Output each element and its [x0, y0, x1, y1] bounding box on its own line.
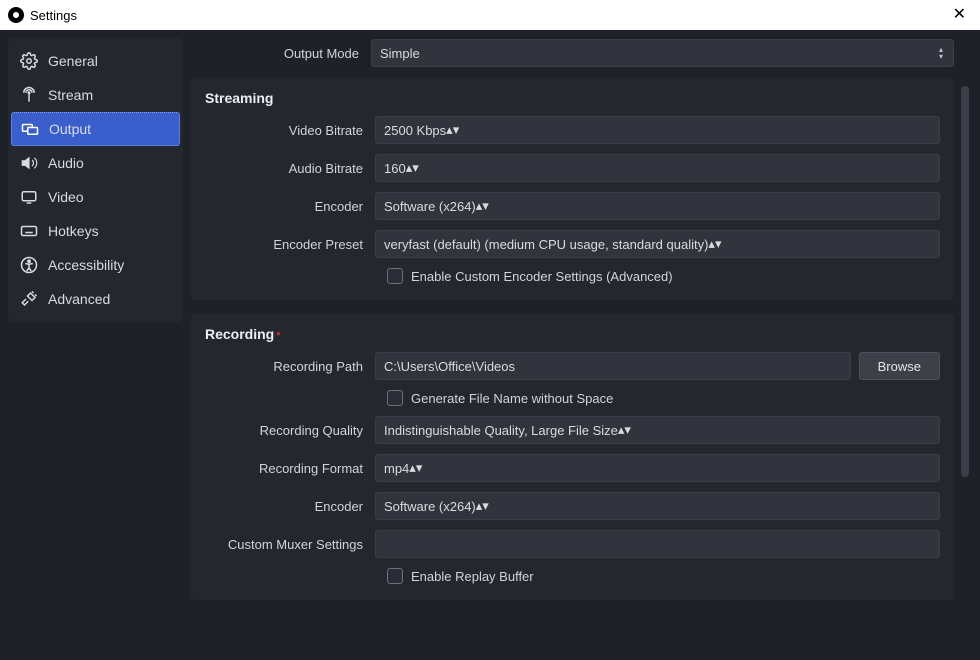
recording-format-select[interactable]: mp4 ▴▾ — [375, 454, 940, 482]
sidebar-item-label: Hotkeys — [48, 223, 99, 239]
stepper-icon: ▴▾ — [476, 498, 489, 514]
scrollbar-thumb[interactable] — [961, 86, 969, 477]
sidebar-item-output[interactable]: Output — [11, 112, 180, 146]
output-mode-value: Simple — [380, 46, 420, 61]
accessibility-icon — [20, 256, 38, 274]
sidebar-item-label: Advanced — [48, 291, 110, 307]
custom-muxer-input[interactable] — [375, 530, 940, 558]
monitors-icon — [21, 120, 39, 138]
audio-bitrate-select[interactable]: 160 ▴▾ — [375, 154, 940, 182]
recording-panel: Recording* Recording Path C:\Users\Offic… — [191, 314, 954, 600]
recording-format-value: mp4 — [384, 461, 409, 476]
sidebar-item-label: Output — [49, 121, 91, 137]
sidebar-item-video[interactable]: Video — [8, 180, 183, 214]
settings-sidebar: General Stream Output Audio Video Hotkey… — [8, 38, 183, 322]
enable-replay-buffer-label: Enable Replay Buffer — [411, 569, 534, 584]
sidebar-item-advanced[interactable]: Advanced — [8, 282, 183, 316]
audio-bitrate-label: Audio Bitrate — [205, 161, 375, 176]
recording-quality-value: Indistinguishable Quality, Large File Si… — [384, 423, 618, 438]
app-icon — [8, 7, 24, 23]
stepper-icon: ▴▾ — [409, 460, 422, 476]
generate-filename-checkbox[interactable] — [387, 390, 403, 406]
window-title: Settings — [30, 8, 77, 23]
enable-custom-encoder-label: Enable Custom Encoder Settings (Advanced… — [411, 269, 673, 284]
browse-button[interactable]: Browse — [859, 352, 940, 380]
enable-custom-encoder-checkbox[interactable] — [387, 268, 403, 284]
recording-title: Recording* — [205, 326, 940, 342]
stepper-icon[interactable]: ▴▾ — [446, 122, 459, 138]
audio-bitrate-value: 160 — [384, 161, 406, 176]
keyboard-icon — [20, 222, 38, 240]
recording-path-value: C:\Users\Office\Videos — [384, 359, 515, 374]
recording-encoder-label: Encoder — [205, 499, 375, 514]
gear-icon — [20, 52, 38, 70]
custom-muxer-label: Custom Muxer Settings — [205, 537, 375, 552]
sidebar-item-label: Accessibility — [48, 257, 124, 273]
scrollbar-track[interactable] — [960, 86, 970, 644]
modified-indicator-icon: * — [276, 330, 280, 342]
sidebar-item-label: Video — [48, 189, 84, 205]
recording-encoder-select[interactable]: Software (x264) ▴▾ — [375, 492, 940, 520]
sidebar-item-label: Stream — [48, 87, 93, 103]
recording-encoder-value: Software (x264) — [384, 499, 476, 514]
video-bitrate-value: 2500 Kbps — [384, 123, 446, 138]
encoder-preset-value: veryfast (default) (medium CPU usage, st… — [384, 237, 708, 252]
sidebar-item-audio[interactable]: Audio — [8, 146, 183, 180]
stepper-icon: ▴▾ — [708, 236, 721, 252]
recording-quality-select[interactable]: Indistinguishable Quality, Large File Si… — [375, 416, 940, 444]
monitor-icon — [20, 188, 38, 206]
recording-path-input[interactable]: C:\Users\Office\Videos — [375, 352, 851, 380]
encoder-preset-select[interactable]: veryfast (default) (medium CPU usage, st… — [375, 230, 940, 258]
stepper-icon: ▴▾ — [406, 160, 419, 176]
video-bitrate-label: Video Bitrate — [205, 123, 375, 138]
encoder-value: Software (x264) — [384, 199, 476, 214]
tools-icon — [20, 290, 38, 308]
sidebar-item-stream[interactable]: Stream — [8, 78, 183, 112]
recording-path-label: Recording Path — [205, 359, 375, 374]
enable-replay-buffer-checkbox[interactable] — [387, 568, 403, 584]
stepper-icon: ▴▾ — [933, 42, 949, 64]
streaming-panel: Streaming Video Bitrate 2500 Kbps ▴▾ Aud… — [191, 78, 954, 300]
sidebar-item-hotkeys[interactable]: Hotkeys — [8, 214, 183, 248]
encoder-label: Encoder — [205, 199, 375, 214]
output-mode-label: Output Mode — [191, 46, 371, 61]
sidebar-item-label: General — [48, 53, 98, 69]
close-button[interactable]: ✕ — [947, 7, 972, 23]
video-bitrate-input[interactable]: 2500 Kbps ▴▾ — [375, 116, 940, 144]
stepper-icon: ▴▾ — [618, 422, 631, 438]
streaming-title: Streaming — [205, 90, 940, 106]
sidebar-item-general[interactable]: General — [8, 44, 183, 78]
output-mode-select[interactable]: Simple ▴▾ — [371, 39, 954, 67]
encoder-select[interactable]: Software (x264) ▴▾ — [375, 192, 940, 220]
encoder-preset-label: Encoder Preset — [205, 237, 375, 252]
titlebar: Settings ✕ — [0, 0, 980, 30]
speaker-icon — [20, 154, 38, 172]
antenna-icon — [20, 86, 38, 104]
recording-format-label: Recording Format — [205, 461, 375, 476]
sidebar-item-accessibility[interactable]: Accessibility — [8, 248, 183, 282]
stepper-icon: ▴▾ — [476, 198, 489, 214]
sidebar-item-label: Audio — [48, 155, 84, 171]
generate-filename-label: Generate File Name without Space — [411, 391, 613, 406]
recording-quality-label: Recording Quality — [205, 423, 375, 438]
